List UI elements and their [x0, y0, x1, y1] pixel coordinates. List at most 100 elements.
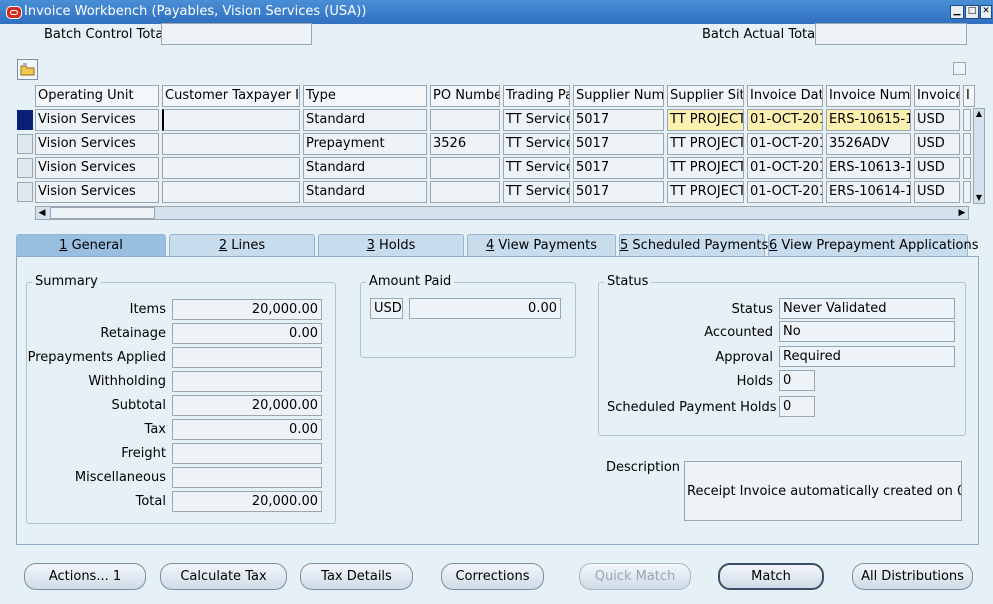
table-cell[interactable]	[430, 157, 500, 179]
table-cell[interactable]: Vision Services	[35, 133, 159, 155]
horizontal-scrollbar[interactable]: ◀ ▶	[35, 206, 969, 220]
table-cell[interactable]: TT Services	[503, 181, 570, 203]
table-cell[interactable]: USD	[914, 133, 960, 155]
table-cell[interactable]: 01-OCT-2015	[747, 181, 823, 203]
table-cell[interactable]: Vision Services	[35, 109, 159, 131]
tab-6[interactable]: 6 View Prepayment Applications	[768, 234, 979, 256]
table-cell[interactable]: USD	[914, 181, 960, 203]
batch-control-total-field[interactable]	[161, 23, 312, 45]
folder-checkbox[interactable]	[953, 62, 966, 75]
table-cell[interactable]: 3526	[430, 133, 500, 155]
column-header[interactable]: Customer Taxpayer ID	[162, 85, 300, 107]
table-cell[interactable]: TT PROJECT	[667, 181, 744, 203]
tab-3[interactable]: 3 Holds	[318, 234, 464, 256]
quick-match-button[interactable]: Quick Match	[579, 563, 691, 590]
table-cell[interactable]: USD	[914, 157, 960, 179]
tab-4[interactable]: 4 View Payments	[467, 234, 616, 256]
table-cell[interactable]: Standard	[303, 181, 427, 203]
table-cell[interactable]	[963, 181, 971, 203]
table-cell[interactable]	[963, 133, 971, 155]
table-cell[interactable]: 5017	[573, 157, 664, 179]
table-cell[interactable]: TT Services	[503, 133, 570, 155]
table-cell[interactable]	[162, 181, 300, 203]
status-value[interactable]: Required	[779, 346, 955, 367]
column-header[interactable]: Supplier Site	[667, 85, 744, 107]
table-cell[interactable]: Standard	[303, 109, 427, 131]
column-header[interactable]: Invoice Num	[826, 85, 911, 107]
summary-value[interactable]: 20,000.00	[172, 395, 322, 416]
match-button[interactable]: Match	[718, 563, 824, 590]
table-cell[interactable]: 3526ADV	[826, 133, 911, 155]
scroll-right-icon[interactable]: ▶	[956, 207, 968, 219]
amount-paid-value[interactable]: 0.00	[409, 298, 561, 319]
status-value[interactable]: Never Validated	[779, 298, 955, 319]
minimize-icon[interactable]: ▁	[950, 5, 964, 19]
scroll-up-icon[interactable]: ▲	[974, 109, 984, 119]
column-header[interactable]: Type	[303, 85, 427, 107]
summary-value[interactable]	[172, 347, 322, 368]
table-cell[interactable]: 5017	[573, 181, 664, 203]
summary-value[interactable]: 20,000.00	[172, 299, 322, 320]
table-cell[interactable]	[162, 157, 300, 179]
vertical-scrollbar[interactable]: ▲ ▼	[973, 108, 985, 204]
summary-value[interactable]: 20,000.00	[172, 491, 322, 512]
column-header[interactable]: Supplier Num	[573, 85, 664, 107]
status-value[interactable]: 0	[779, 396, 815, 417]
table-cell[interactable]	[162, 133, 300, 155]
table-cell[interactable]	[430, 109, 500, 131]
table-cell[interactable]	[963, 109, 971, 131]
calculate-tax-button[interactable]: Calculate Tax	[160, 563, 287, 590]
close-icon[interactable]: ✕	[980, 5, 992, 19]
table-cell[interactable]: ERS-10613-13	[826, 157, 911, 179]
status-value[interactable]: 0	[779, 370, 815, 391]
amount-paid-currency[interactable]: USD	[370, 298, 403, 319]
scroll-thumb[interactable]	[50, 207, 155, 219]
table-cell[interactable]	[963, 157, 971, 179]
batch-actual-total-field[interactable]	[815, 23, 967, 45]
tab-2[interactable]: 2 Lines	[169, 234, 315, 256]
column-header[interactable]: Invoice	[914, 85, 960, 107]
table-cell[interactable]: 01-OCT-2015	[747, 133, 823, 155]
table-cell[interactable]: TT PROJECT	[667, 109, 744, 131]
row-selector[interactable]	[17, 182, 33, 202]
summary-value[interactable]: 0.00	[172, 323, 322, 344]
table-cell[interactable]: Vision Services	[35, 157, 159, 179]
summary-value[interactable]	[172, 443, 322, 464]
all-distributions-button[interactable]: All Distributions	[852, 563, 973, 590]
table-cell[interactable]: 5017	[573, 109, 664, 131]
table-cell[interactable]: Standard	[303, 157, 427, 179]
table-cell[interactable]: TT Services	[503, 109, 570, 131]
table-cell[interactable]: Prepayment	[303, 133, 427, 155]
table-cell[interactable]: TT PROJECT	[667, 157, 744, 179]
row-selector[interactable]	[17, 110, 33, 130]
tab-5[interactable]: 5 Scheduled Payments	[619, 234, 768, 256]
table-cell[interactable]	[430, 181, 500, 203]
table-cell[interactable]: 5017	[573, 133, 664, 155]
table-cell[interactable]: TT PROJECT	[667, 133, 744, 155]
tab-1[interactable]: 1 General	[16, 234, 166, 257]
column-header[interactable]: I	[963, 85, 975, 107]
column-header[interactable]: Operating Unit	[35, 85, 159, 107]
actions-button[interactable]: Actions... 1	[24, 563, 146, 590]
table-cell[interactable]: 01-OCT-2015	[747, 109, 823, 131]
table-cell[interactable]: TT Services	[503, 157, 570, 179]
table-cell[interactable]: USD	[914, 109, 960, 131]
summary-value[interactable]: 0.00	[172, 419, 322, 440]
row-selector[interactable]	[17, 158, 33, 178]
column-header[interactable]: Invoice Date	[747, 85, 823, 107]
table-cell[interactable]: Vision Services	[35, 181, 159, 203]
table-cell[interactable]: ERS-10615-13	[826, 109, 911, 131]
row-selector[interactable]	[17, 134, 33, 154]
maximize-icon[interactable]: □	[965, 5, 979, 19]
open-folder-icon[interactable]	[17, 59, 38, 80]
table-cell[interactable]: ERS-10614-13	[826, 181, 911, 203]
scroll-left-icon[interactable]: ◀	[36, 207, 48, 219]
summary-value[interactable]	[172, 467, 322, 488]
column-header[interactable]: PO Number	[430, 85, 500, 107]
summary-value[interactable]	[172, 371, 322, 392]
tax-details-button[interactable]: Tax Details	[300, 563, 413, 590]
status-value[interactable]: No	[779, 321, 955, 342]
corrections-button[interactable]: Corrections	[441, 563, 544, 590]
table-cell[interactable]	[162, 109, 300, 131]
description-field[interactable]: Receipt Invoice automatically created on…	[684, 461, 962, 521]
